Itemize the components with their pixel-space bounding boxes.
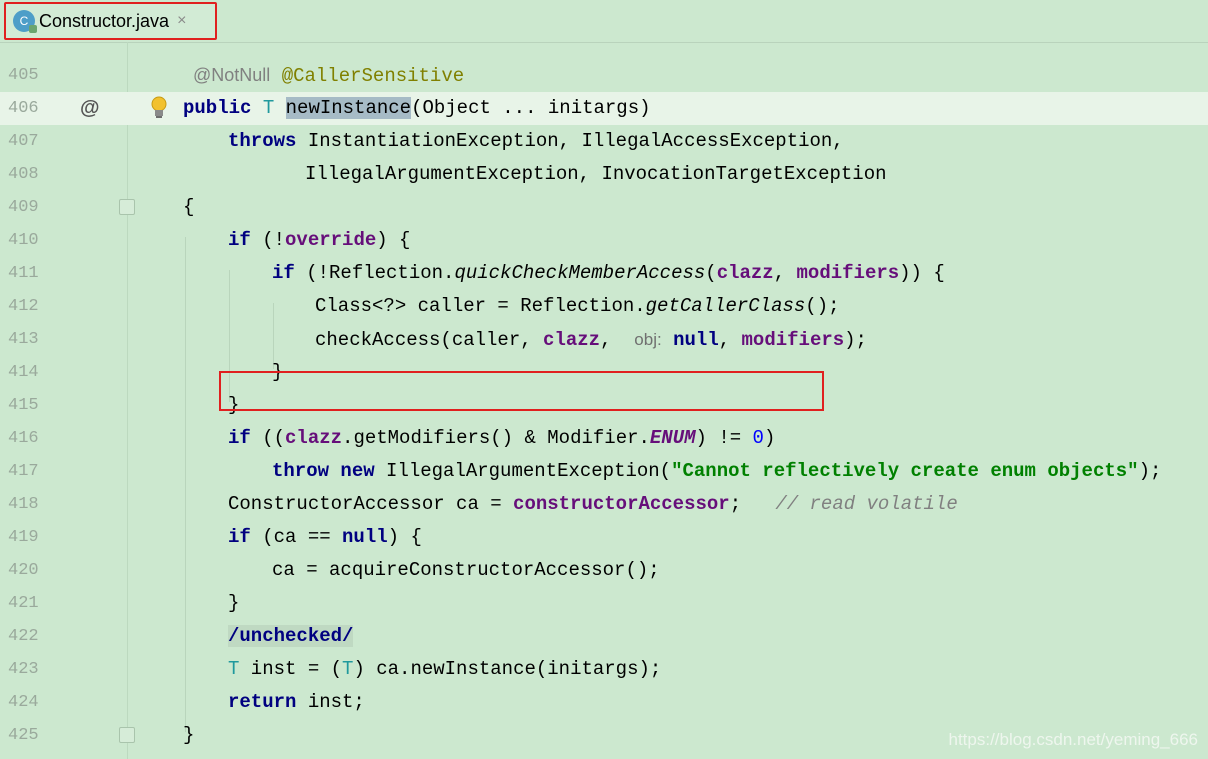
line-content: T inst = (T) ca.newInstance(initargs); — [228, 658, 662, 680]
line-content: @NotNull @CallerSensitive — [193, 59, 464, 93]
code-line-current: 406 @ public T newInstance(Object ... in… — [0, 92, 1208, 125]
unchecked-comment: /unchecked/ — [228, 625, 354, 647]
line-content: ConstructorAccessor ca = constructorAcce… — [228, 493, 958, 515]
highlight-box-enum-check — [219, 371, 824, 411]
line-number: 415 — [8, 396, 39, 415]
code-line: 405 @NotNull @CallerSensitive — [0, 59, 1208, 92]
code-line: 421 } — [0, 587, 1208, 620]
line-number: 414 — [8, 363, 39, 382]
code-line: 422 /unchecked/ — [0, 620, 1208, 653]
line-content: IllegalArgumentException, InvocationTarg… — [305, 163, 887, 185]
line-number: 420 — [8, 561, 39, 580]
line-number: 408 — [8, 165, 39, 184]
line-content: ca = acquireConstructorAccessor(); — [272, 559, 660, 581]
line-content: Class<?> caller = Reflection.getCallerCl… — [315, 295, 840, 317]
annotation-notnull: @NotNull — [193, 65, 271, 85]
annotation-caller-sensitive: @CallerSensitive — [281, 65, 465, 87]
line-number: 424 — [8, 693, 39, 712]
code-line: 419 if (ca == null) { — [0, 521, 1208, 554]
code-line: 409 { — [0, 191, 1208, 224]
code-line: 417 throw new IllegalArgumentException("… — [0, 455, 1208, 488]
code-editor[interactable]: 405 @NotNull @CallerSensitive 406 @ publ… — [0, 42, 1208, 759]
line-number: 423 — [8, 660, 39, 679]
parameter-hint: obj: — [634, 330, 662, 349]
editor-tab-bar: C Constructor.java × — [0, 0, 1208, 43]
line-content: if (!override) { — [228, 229, 411, 251]
line-number: 419 — [8, 528, 39, 547]
watermark: https://blog.csdn.net/yeming_666 — [948, 730, 1199, 749]
code-line: 413 checkAccess(caller, clazz, obj: null… — [0, 323, 1208, 356]
code-line: 408 IllegalArgumentException, Invocation… — [0, 158, 1208, 191]
line-number: 416 — [8, 429, 39, 448]
code-line: 410 if (!override) { — [0, 224, 1208, 257]
line-number: 413 — [8, 330, 39, 349]
fold-icon[interactable] — [119, 727, 135, 743]
line-content: return inst; — [228, 691, 365, 713]
line-content: checkAccess(caller, clazz, obj: null, mo… — [315, 329, 867, 351]
fold-icon[interactable] — [119, 199, 135, 215]
line-number: 407 — [8, 132, 39, 151]
line-number: 409 — [8, 198, 39, 217]
override-marker-icon[interactable]: @ — [80, 92, 100, 125]
tab-constructor-java[interactable]: C Constructor.java × — [4, 2, 217, 40]
line-content: } — [183, 724, 195, 746]
line-number: 421 — [8, 594, 39, 613]
line-content: if (!Reflection.quickCheckMemberAccess(c… — [272, 262, 945, 284]
line-content: throw new IllegalArgumentException("Cann… — [272, 460, 1162, 482]
line-content: { — [183, 196, 195, 218]
line-number: 422 — [8, 627, 39, 646]
line-number: 418 — [8, 495, 39, 514]
code-line: 423 T inst = (T) ca.newInstance(initargs… — [0, 653, 1208, 686]
line-number: 411 — [8, 264, 39, 283]
lightbulb-icon[interactable] — [150, 95, 168, 121]
line-number: 425 — [8, 726, 39, 745]
line-content: } — [228, 592, 240, 614]
code-line: 411 if (!Reflection.quickCheckMemberAcce… — [0, 257, 1208, 290]
line-content: /unchecked/ — [228, 620, 354, 653]
line-number: 410 — [8, 231, 39, 250]
line-content: if ((clazz.getModifiers() & Modifier.ENU… — [228, 427, 776, 449]
close-icon[interactable]: × — [177, 12, 186, 30]
code-line: 418 ConstructorAccessor ca = constructor… — [0, 488, 1208, 521]
code-line: 412 Class<?> caller = Reflection.getCall… — [0, 290, 1208, 323]
java-class-icon: C — [13, 10, 37, 33]
line-number: 417 — [8, 462, 39, 481]
code-line: 416 if ((clazz.getModifiers() & Modifier… — [0, 422, 1208, 455]
tab-label: Constructor.java — [39, 10, 170, 31]
line-number: 406 — [8, 99, 39, 118]
line-number: 412 — [8, 297, 39, 316]
line-number: 405 — [8, 66, 39, 85]
line-content: throws InstantiationException, IllegalAc… — [228, 130, 844, 152]
line-content: if (ca == null) { — [228, 526, 422, 548]
code-line: 420 ca = acquireConstructorAccessor(); — [0, 554, 1208, 587]
method-name-highlight: newInstance — [285, 97, 412, 119]
code-line: 424 return inst; — [0, 686, 1208, 719]
line-content: public T newInstance(Object ... initargs… — [183, 97, 651, 119]
code-line: 407 throws InstantiationException, Illeg… — [0, 125, 1208, 158]
